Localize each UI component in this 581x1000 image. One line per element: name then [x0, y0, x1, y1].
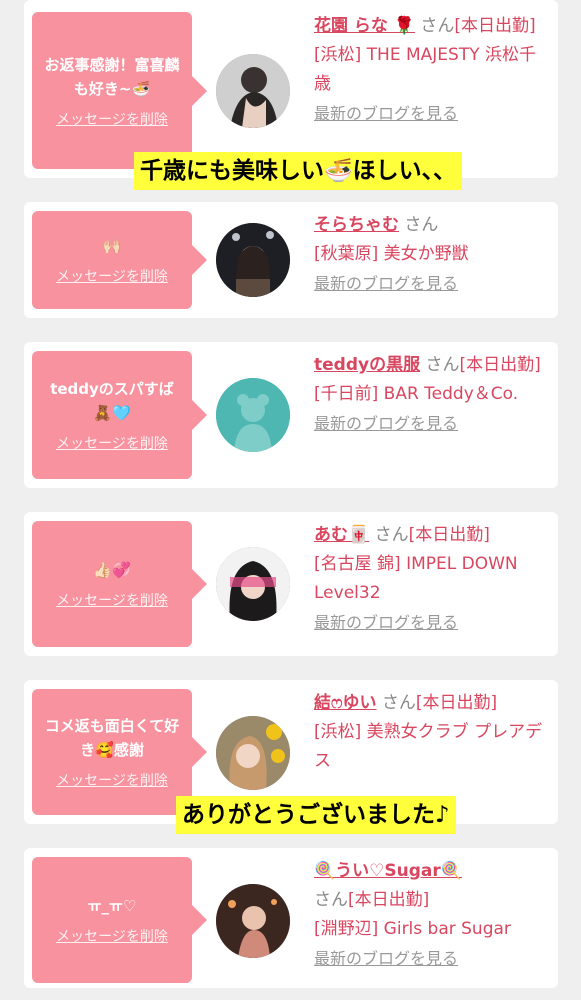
- user-info: 結ෆゆい さん[本日出勤] [浜松] 美熟女クラブ プレアデス: [314, 689, 552, 776]
- message-bubble: 🙌🏻 メッセージを削除: [32, 211, 207, 309]
- honorific: さん: [425, 355, 460, 375]
- status-badge: [本日出勤]: [454, 16, 536, 36]
- honorific: さん: [420, 16, 455, 36]
- user-name-link[interactable]: 花園 らな 🌹: [314, 16, 415, 36]
- message-bubble: コメ返も面白くて好き🥰感謝 メッセージを削除: [32, 689, 207, 815]
- message-bubble: ㅠ_ㅠ♡ メッセージを削除: [32, 857, 207, 983]
- avatar[interactable]: [216, 54, 290, 128]
- blog-link[interactable]: 最新のブログを見る: [314, 274, 458, 293]
- user-info: あむ🀄 さん[本日出勤] [名古屋 錦] IMPEL DOWN Level32 …: [314, 521, 552, 638]
- message-text: ㅠ_ㅠ♡: [87, 897, 137, 915]
- user-name-link[interactable]: 結ෆゆい: [314, 693, 377, 713]
- avatar[interactable]: [216, 223, 290, 297]
- user-info: 花園 らな 🌹 さん[本日出勤] [浜松] THE MAJESTY 浜松千歳 最…: [314, 12, 552, 129]
- honorific: さん: [404, 215, 439, 235]
- blog-link[interactable]: 最新のブログを見る: [314, 104, 458, 123]
- list-item: ㅠ_ㅠ♡ メッセージを削除 🍭うい♡Sugar🍭 さん[本日出勤] [淵野辺] …: [24, 848, 558, 988]
- user-info: 🍭うい♡Sugar🍭 さん[本日出勤] [淵野辺] Girls bar Suga…: [314, 857, 552, 974]
- status-badge: [本日出勤]: [459, 355, 541, 375]
- delete-message-link[interactable]: メッセージを削除: [56, 770, 168, 790]
- blog-link[interactable]: 最新のブログを見る: [314, 613, 458, 632]
- list-item: 🙌🏻 メッセージを削除 そらちゃむ さん [秋葉原] 美女か野獣 最新のブログを…: [24, 202, 558, 318]
- shop-name[interactable]: [千日前] BAR Teddy＆Co.: [314, 384, 518, 404]
- user-info: teddyの黒服 さん[本日出勤] [千日前] BAR Teddy＆Co. 最新…: [314, 351, 552, 439]
- delete-message-link[interactable]: メッセージを削除: [56, 266, 168, 286]
- avatar[interactable]: [216, 378, 290, 452]
- overlay-caption: ありがとうございました♪: [176, 796, 456, 834]
- avatar[interactable]: [216, 884, 290, 958]
- delete-message-link[interactable]: メッセージを削除: [56, 109, 168, 129]
- status-badge: [本日出勤]: [415, 693, 498, 713]
- message-text: お返事感謝！富喜麟も好き~🍜: [44, 55, 180, 98]
- shop-name[interactable]: [名古屋 錦] IMPEL DOWN Level32: [314, 554, 518, 603]
- honorific: さん: [374, 525, 409, 545]
- user-name-link[interactable]: そらちゃむ: [314, 215, 399, 235]
- list-item: teddyのスパすば🧸🩵 メッセージを削除 teddyの黒服 さん[本日出勤] …: [24, 342, 558, 488]
- honorific: さん: [314, 890, 348, 910]
- shop-name[interactable]: [秋葉原] 美女か野獣: [314, 244, 469, 264]
- user-name-link[interactable]: 🍭うい♡Sugar🍭: [314, 861, 462, 881]
- status-badge: [本日出勤]: [408, 525, 490, 545]
- honorific: さん: [381, 693, 416, 713]
- user-name-link[interactable]: あむ🀄: [314, 525, 369, 545]
- message-text: teddyのスパすば🧸🩵: [50, 380, 174, 422]
- delete-message-link[interactable]: メッセージを削除: [56, 590, 168, 610]
- blog-link[interactable]: 最新のブログを見る: [314, 949, 458, 968]
- list-item: 👍🏻💞 メッセージを削除 あむ🀄 さん[本日出勤] [名古屋 錦] IMPEL …: [24, 512, 558, 656]
- avatar[interactable]: [216, 716, 290, 790]
- message-bubble: お返事感謝！富喜麟も好き~🍜 メッセージを削除: [32, 12, 207, 169]
- shop-name[interactable]: [浜松] THE MAJESTY 浜松千歳: [314, 45, 536, 94]
- user-info: そらちゃむ さん [秋葉原] 美女か野獣 最新のブログを見る: [314, 211, 552, 299]
- delete-message-link[interactable]: メッセージを削除: [56, 433, 168, 453]
- delete-message-link[interactable]: メッセージを削除: [56, 926, 168, 946]
- blog-link[interactable]: 最新のブログを見る: [314, 414, 458, 433]
- message-text: 🙌🏻: [102, 237, 122, 255]
- message-text: コメ返も面白くて好き🥰感謝: [44, 717, 180, 759]
- shop-name[interactable]: [浜松] 美熟女クラブ プレアデス: [314, 722, 542, 771]
- message-bubble: teddyのスパすば🧸🩵 メッセージを削除: [32, 351, 207, 479]
- avatar[interactable]: [216, 547, 290, 621]
- shop-name[interactable]: [淵野辺] Girls bar Sugar: [314, 919, 511, 939]
- overlay-caption: 千歳にも美味しい🍜ほしい、、: [134, 152, 463, 190]
- status-badge: [本日出勤]: [348, 890, 430, 910]
- message-bubble: 👍🏻💞 メッセージを削除: [32, 521, 207, 647]
- user-name-link[interactable]: teddyの黒服: [314, 355, 420, 375]
- message-text: 👍🏻💞: [93, 561, 131, 579]
